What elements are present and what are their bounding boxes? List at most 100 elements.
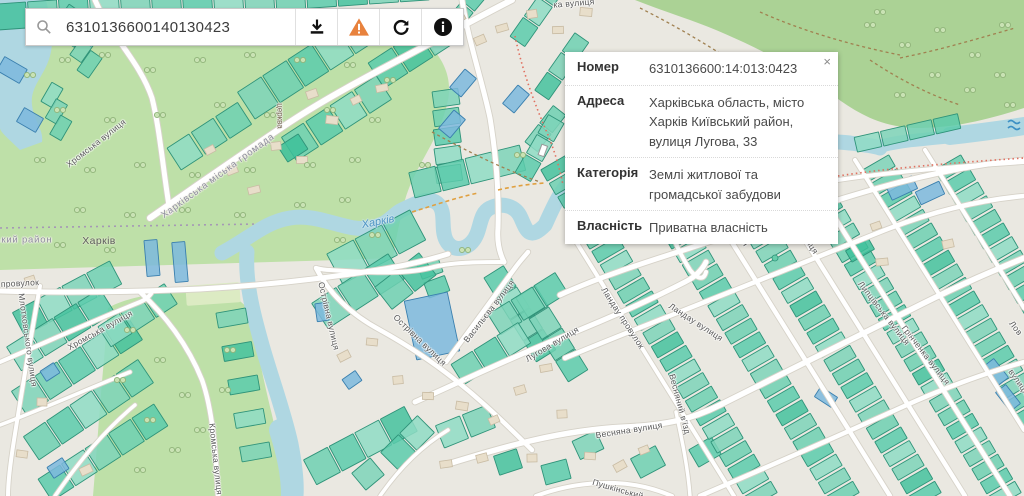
tree-icon [160,357,165,362]
popup-label: Номер [577,59,649,79]
tree-icon [240,212,245,217]
tree-icon [294,57,299,62]
popup-value: Землі житлової та громадської забудови [649,165,826,204]
tree-icon [219,387,224,392]
tree-icon [375,232,380,237]
tree-icon [1004,102,1009,107]
refresh-icon[interactable] [379,9,421,45]
tree-icon [1010,102,1015,107]
tree-icon [375,117,380,122]
tree-icon [234,212,239,217]
tree-icon [114,377,119,382]
tree-icon [54,242,59,247]
tree-icon [40,157,45,162]
building [326,115,339,124]
popup-value: Приватна власність [649,218,826,238]
search-input[interactable] [62,9,295,45]
tree-icon [99,52,104,57]
popup-row-category: Категорія Землі житлової та громадської … [565,157,838,210]
tree-icon [185,392,190,397]
tree-icon [130,327,135,332]
popup-value: Харківська область, місто Харків Київськ… [649,93,826,152]
download-icon[interactable] [295,9,337,45]
popup-label: Адреса [577,93,649,152]
tree-icon [179,392,184,397]
tree-icon [189,172,194,177]
tree-icon [80,207,85,212]
building [526,9,537,18]
tree-icon [905,42,910,47]
tree-icon [200,427,205,432]
tree-icon [874,9,879,14]
tree-icon [154,112,159,117]
close-icon[interactable]: × [823,55,831,68]
building [16,450,28,458]
tree-icon [1000,72,1005,77]
tree-icon [225,387,230,392]
tree-icon [244,52,249,57]
tree-icon [994,72,999,77]
building [271,141,282,150]
tree-icon [264,112,269,117]
building [393,376,404,385]
popup-value: 6310136600:14:013:0423 [649,59,826,79]
tree-icon [179,207,184,212]
tree-icon [60,107,65,112]
cadastral-parcel[interactable] [144,240,160,277]
tree-icon [384,77,389,82]
tree-icon [964,87,969,92]
building [527,454,537,462]
tree-icon [134,467,139,472]
tree-icon [894,92,899,97]
tree-icon [59,57,64,62]
tree-icon [140,467,145,472]
tree-icon [220,102,225,107]
map-viewport[interactable]: Хромська вулицяХарківська міська громада… [0,0,1024,496]
info-icon[interactable] [421,9,463,45]
tree-icon [300,57,305,62]
tree-icon [970,87,975,92]
tree-icon [864,22,869,27]
tree-icon [339,197,344,202]
tree-icon [419,162,424,167]
tree-icon [340,237,345,242]
tree-icon [250,167,255,172]
tree-icon [300,202,305,207]
popup-row-ownership: Власність Приватна власність [565,210,838,244]
tree-icon [65,57,70,62]
tree-icon [120,377,125,382]
tree-icon [244,167,249,172]
cadastral-parcel[interactable] [0,2,27,30]
tree-icon [224,347,229,352]
tree-icon [195,172,200,177]
tree-icon [934,27,939,32]
tree-icon [870,22,875,27]
tree-icon [349,157,354,162]
tree-icon [345,197,350,202]
tree-icon [459,247,464,252]
tree-icon [110,117,115,122]
parcel-info-popup: × Номер 6310136600:14:013:0423 Адреса Ха… [565,52,838,244]
tree-icon [425,162,430,167]
tree-icon [514,152,519,157]
tree-icon [310,162,315,167]
cadastral-parcel[interactable] [315,302,329,321]
tree-icon [104,247,109,252]
tree-icon [74,207,79,212]
tree-icon [124,212,129,217]
tree-icon [1005,22,1010,27]
tree-icon [899,42,904,47]
popup-label: Власність [577,218,649,238]
tree-icon [250,52,255,57]
cadastral-map[interactable] [0,0,1024,496]
tree-icon [390,77,395,82]
tree-icon [104,117,109,122]
tree-icon [880,9,885,14]
warning-icon[interactable] [337,9,379,45]
tree-icon [140,162,145,167]
popup-row-address: Адреса Харківська область, місто Харків … [565,85,838,158]
tree-icon [200,57,205,62]
building [37,398,47,406]
tree-icon [134,162,139,167]
tree-icon [194,57,199,62]
